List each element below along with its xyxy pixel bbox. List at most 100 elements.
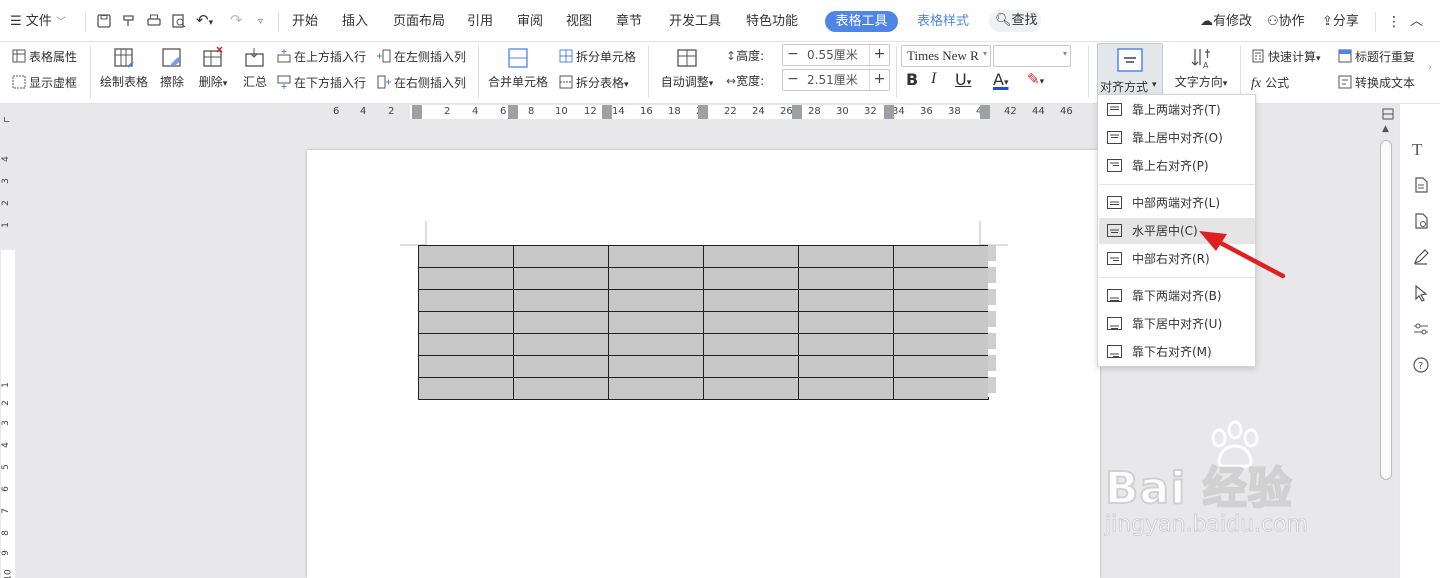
table-cell[interactable] [513,245,609,268]
font-color-button[interactable]: A▾ [993,70,1008,89]
table-cell[interactable] [703,333,799,356]
align-menu-item[interactable]: 靠下居中对齐(U) [1099,311,1255,337]
split-view-icon[interactable] [1382,108,1394,120]
column-marker[interactable] [602,105,612,119]
quick-access-more-icon[interactable]: ▿ [258,12,263,32]
font-name-select[interactable]: Times New R ▾ [901,45,991,67]
search-box[interactable]: 🔍︎查找 [989,10,1041,32]
align-menu-item[interactable]: 靠上居中对齐(O) [1099,125,1255,151]
draw-table-button[interactable]: 绘制表格 [99,46,149,90]
table-cell[interactable] [703,377,799,400]
text-style-icon[interactable]: T [1412,140,1430,159]
ribbon-scroll-right-icon[interactable]: › [1428,62,1432,73]
collab-button[interactable]: ⚇协作 [1267,12,1305,32]
column-marker[interactable] [980,105,990,119]
auto-fit-button[interactable]: 自动调整▾ [657,46,717,90]
height-decrease-button[interactable]: − [783,45,803,65]
document-icon[interactable] [1412,176,1430,194]
table-cell[interactable] [893,267,989,290]
table-cell[interactable] [893,289,989,312]
table-cell[interactable] [608,355,704,378]
undo-icon[interactable]: ↶▾ [196,10,213,30]
insert-row-above-button[interactable]: 在上方插入行 [277,48,366,65]
tab-special-features[interactable]: 特色功能 [746,12,798,32]
table-cell[interactable] [608,377,704,400]
erase-button[interactable]: 擦除 [157,46,187,90]
column-marker[interactable] [698,105,708,119]
table-cell[interactable] [798,355,894,378]
document-table[interactable] [418,245,989,400]
col-width-stepper[interactable]: − 2.51厘米 + [782,69,890,91]
vertical-scrollbar[interactable] [1380,140,1392,480]
table-cell[interactable] [798,311,894,334]
table-cell[interactable] [798,333,894,356]
tab-table-tools[interactable]: 表格工具 [825,11,898,32]
table-cell[interactable] [608,289,704,312]
column-marker[interactable] [884,105,894,119]
insert-row-below-button[interactable]: 在下方插入行 [277,74,366,91]
formula-button[interactable]: fx 公式 [1251,74,1289,92]
table-cell[interactable] [798,377,894,400]
table-cell[interactable] [513,289,609,312]
width-decrease-button[interactable]: − [783,70,803,90]
table-cell[interactable] [703,245,799,268]
align-menu-item[interactable]: 靠上两端对齐(T) [1099,97,1255,123]
table-row[interactable] [418,245,989,268]
title-row-repeat-button[interactable]: 标题行重复 [1338,48,1415,65]
table-row[interactable] [418,289,989,312]
table-row[interactable] [418,311,989,334]
table-cell[interactable] [608,267,704,290]
font-size-select[interactable]: ▾ [993,45,1071,67]
table-cell[interactable] [513,333,609,356]
print-preview-icon[interactable] [171,13,187,29]
table-cell[interactable] [893,333,989,356]
quick-calc-button[interactable]: 快速计算▾ [1251,48,1321,65]
column-marker[interactable] [412,105,422,119]
table-cell[interactable] [703,311,799,334]
italic-button[interactable]: I [931,70,936,88]
table-row[interactable] [418,355,989,378]
table-cell[interactable] [893,311,989,334]
table-cell[interactable] [418,333,514,356]
align-menu-item[interactable]: 靠下右对齐(M) [1099,339,1255,365]
tab-table-style[interactable]: 表格样式 [917,12,969,32]
tab-view[interactable]: 视图 [566,12,592,32]
sliders-icon[interactable] [1412,320,1430,338]
row-height-stepper[interactable]: − 0.55厘米 + [782,44,890,66]
scroll-up-icon[interactable]: ▲ [1382,124,1389,134]
format-painter-icon[interactable] [121,13,137,29]
cursor-icon[interactable] [1412,284,1430,302]
table-cell[interactable] [703,355,799,378]
column-marker[interactable] [508,105,518,119]
table-cell[interactable] [703,289,799,312]
more-icon[interactable]: ⋮ [1387,12,1401,32]
table-cell[interactable] [893,377,989,400]
table-cell[interactable] [418,355,514,378]
split-table-button[interactable]: 拆分表格▾ [559,74,629,91]
table-cell[interactable] [893,355,989,378]
table-cell[interactable] [798,267,894,290]
table-row[interactable] [418,267,989,290]
table-cell[interactable] [798,289,894,312]
table-row[interactable] [418,377,989,400]
table-row[interactable] [418,333,989,356]
align-menu-item[interactable]: 中部两端对齐(L) [1099,190,1255,216]
convert-to-text-button[interactable]: 转换成文本 [1338,74,1415,91]
file-menu[interactable]: ☰ 文件 ﹀ [10,12,66,32]
table-cell[interactable] [608,311,704,334]
collapse-ribbon-icon[interactable]: ︿ [1410,12,1423,32]
split-cells-button[interactable]: 拆分单元格 [559,48,636,65]
underline-button[interactable]: U▾ [955,70,971,89]
width-increase-button[interactable]: + [869,70,889,90]
table-cell[interactable] [418,377,514,400]
delete-button[interactable]: 删除▾ [195,46,231,90]
tab-page-layout[interactable]: 页面布局 [393,12,445,32]
insert-col-right-button[interactable]: 在右侧插入列 [377,74,466,91]
vertical-ruler[interactable]: 4 3 2 1 1 2 3 4 5 6 7 8 9 10 [0,122,16,578]
print-icon[interactable] [146,13,162,29]
tab-references[interactable]: 引用 [467,12,493,32]
table-cell[interactable] [418,245,514,268]
document-settings-icon[interactable] [1412,212,1430,230]
tab-insert[interactable]: 插入 [342,12,368,32]
table-row-handles[interactable] [988,245,996,397]
